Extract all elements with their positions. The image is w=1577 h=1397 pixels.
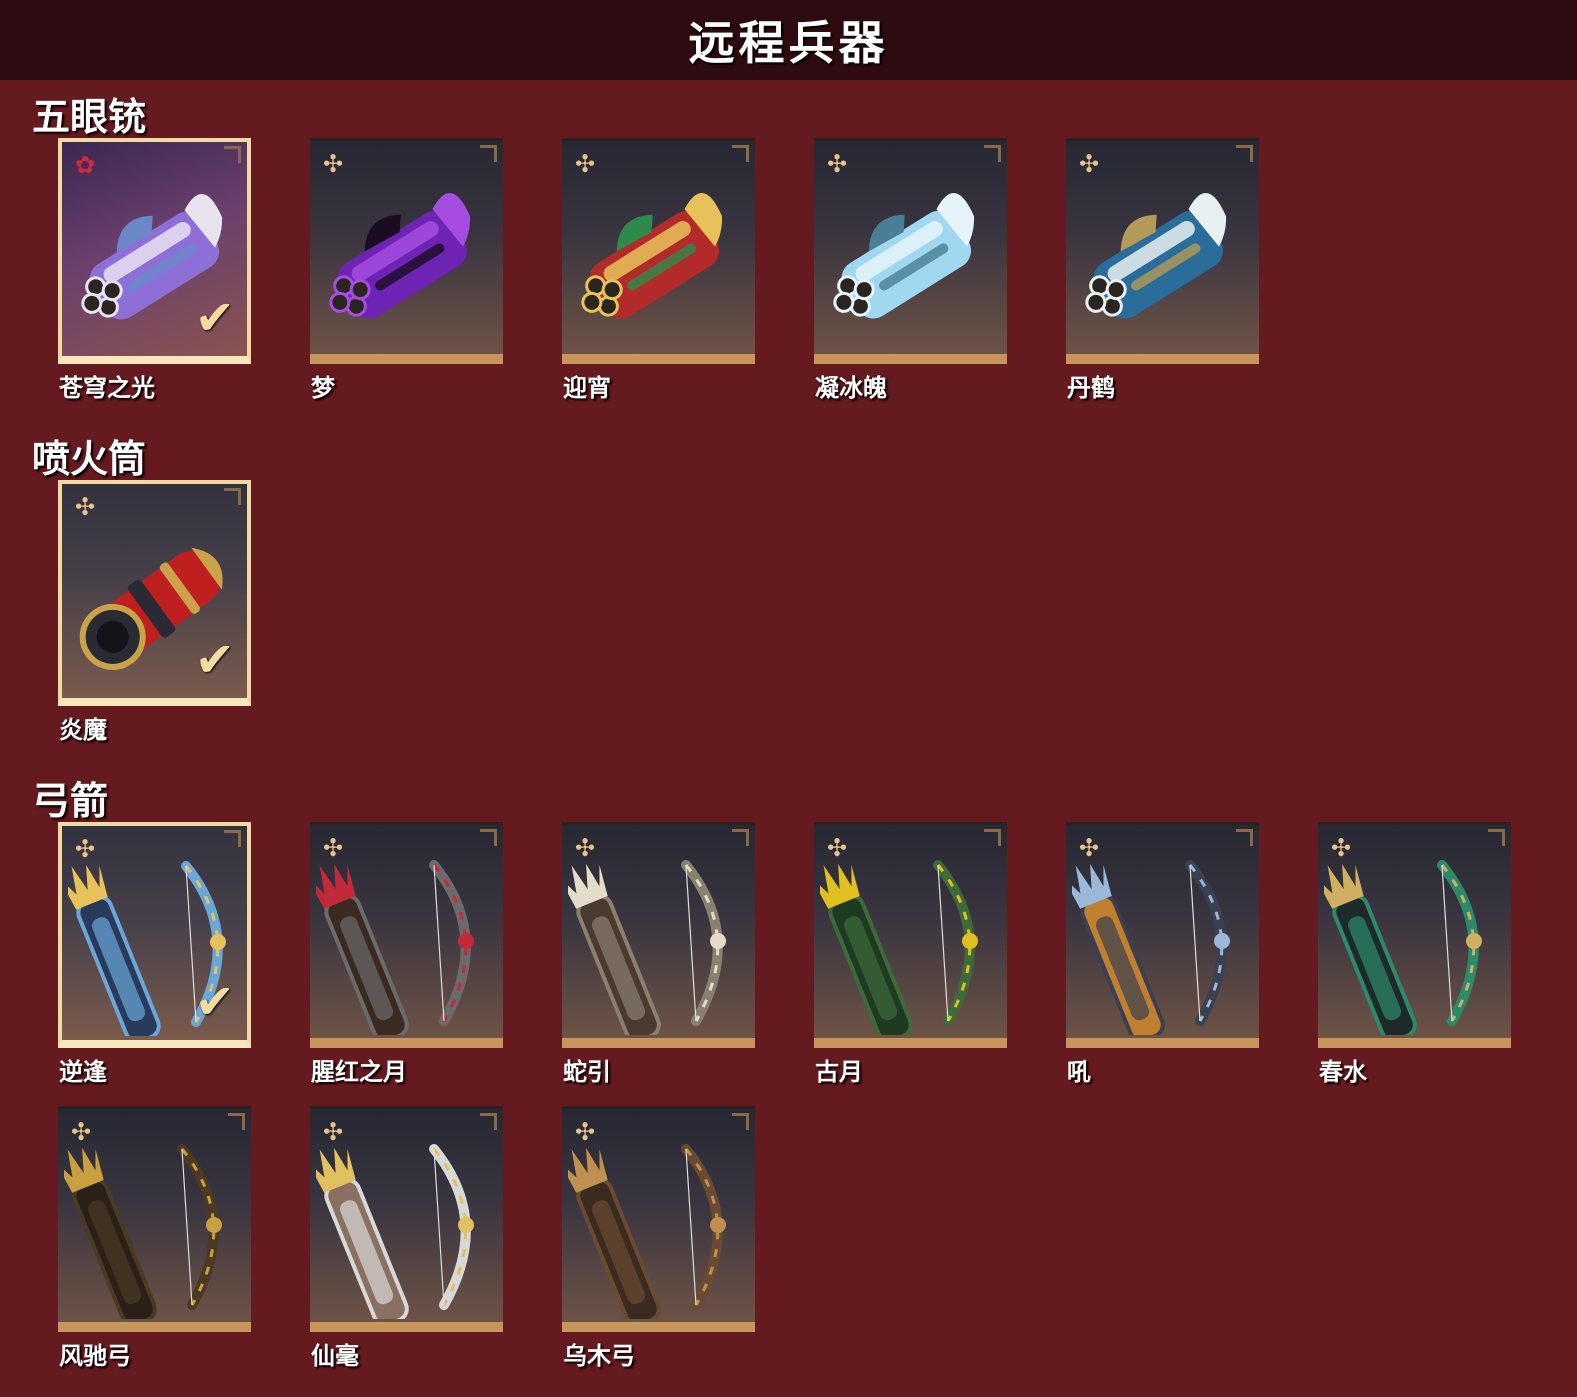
weapon-item[interactable]: ✣ 乌木弓 [558, 1106, 755, 1371]
bow-quiver-icon [54, 1129, 245, 1327]
weapon-name: 苍穹之光 [59, 374, 155, 402]
weapon-item[interactable]: ✿ ✔ 苍穹之光 [58, 138, 251, 403]
weapon-item[interactable]: ✣ 吼 [1062, 822, 1259, 1087]
corner-ornament-icon [1488, 829, 1505, 846]
weapon-name: 风驰弓 [59, 1342, 131, 1370]
gold-flower-icon: ✣ [826, 150, 848, 178]
gold-flower-icon: ✣ [74, 835, 96, 863]
weapon-card[interactable]: ✿ ✔ [58, 138, 251, 364]
weapon-card[interactable]: ✣ [814, 138, 1007, 364]
corner-ornament-icon [984, 829, 1001, 846]
gold-flower-icon: ✣ [74, 493, 96, 521]
gold-flower-icon: ✣ [322, 834, 344, 862]
weapon-name: 腥红之月 [311, 1058, 407, 1086]
weapon-item[interactable]: ✣ 蛇引 [558, 822, 755, 1087]
weapon-name: 吼 [1067, 1058, 1091, 1086]
weapon-name: 乌木弓 [563, 1342, 635, 1370]
weapon-name: 迎宵 [563, 374, 611, 402]
weapon-item[interactable]: ✣ 仙毫 [306, 1106, 503, 1371]
bow-quiver-icon [558, 1129, 749, 1327]
bow-quiver-icon [306, 1129, 497, 1327]
weapon-card[interactable]: ✣ ✔ [58, 480, 251, 706]
weapon-card[interactable]: ✣ [306, 822, 503, 1048]
corner-ornament-icon [228, 1113, 245, 1130]
bow-quiver-icon [810, 845, 1001, 1043]
corner-ornament-icon [1236, 145, 1253, 162]
corner-ornament-icon [480, 145, 497, 162]
weapon-item[interactable]: ✣ 丹鹤 [1066, 138, 1259, 403]
weapon-name: 炎魔 [59, 716, 107, 744]
corner-ornament-icon [224, 146, 241, 163]
weapon-item[interactable]: ✣ 腥红之月 [306, 822, 503, 1087]
bow-quiver-icon [558, 845, 749, 1043]
corner-ornament-icon [1236, 829, 1253, 846]
weapon-card[interactable]: ✣ [562, 138, 755, 364]
weapon-item[interactable]: ✣ 春水 [1314, 822, 1511, 1087]
gold-flower-icon: ✣ [574, 1118, 596, 1146]
equipped-check-icon: ✔ [194, 974, 235, 1030]
weapon-name: 仙毫 [311, 1342, 359, 1370]
weapon-name: 凝冰魄 [815, 374, 887, 402]
weapon-name: 丹鹤 [1067, 374, 1115, 402]
weapon-card[interactable]: ✣ [306, 1106, 503, 1332]
bow-quiver-icon [1062, 845, 1253, 1043]
weapon-card[interactable]: ✣ [1314, 822, 1511, 1048]
weapon-item[interactable]: ✣ 凝冰魄 [814, 138, 1007, 403]
red-flower-icon: ✿ [74, 151, 96, 179]
corner-ornament-icon [224, 488, 241, 505]
weapon-item[interactable]: ✣ ✔ 炎魔 [58, 480, 251, 745]
gold-flower-icon: ✣ [574, 150, 596, 178]
corner-ornament-icon [480, 1113, 497, 1130]
weapon-item[interactable]: ✣ 风驰弓 [54, 1106, 251, 1371]
five-eyed-gun-icon [316, 161, 497, 351]
weapon-card[interactable]: ✣ [1062, 822, 1259, 1048]
five-eyed-gun-icon [1072, 161, 1253, 351]
weapon-name: 古月 [815, 1058, 863, 1086]
corner-ornament-icon [224, 830, 241, 847]
five-eyed-gun-icon [568, 161, 749, 351]
weapon-name: 逆逢 [59, 1058, 107, 1086]
weapon-card[interactable]: ✣ [1066, 138, 1259, 364]
five-eyed-gun-icon [820, 161, 1001, 351]
weapon-item[interactable]: ✣ 梦 [310, 138, 503, 403]
bow-quiver-icon [306, 845, 497, 1043]
equipped-check-icon: ✔ [194, 290, 235, 346]
weapon-grid: ✿ ✔ 苍穹之光 ✣ 梦 ✣ 迎宵 ✣ 凝冰魄 ✣ 丹鹤 ✣ ✔ 炎魔 ✣ ✔ … [0, 0, 1577, 1397]
corner-ornament-icon [480, 829, 497, 846]
weapon-card[interactable]: ✣ [810, 822, 1007, 1048]
equipped-check-icon: ✔ [194, 632, 235, 688]
weapon-card[interactable]: ✣ [558, 822, 755, 1048]
gold-flower-icon: ✣ [70, 1118, 92, 1146]
gold-flower-icon: ✣ [1078, 834, 1100, 862]
bow-quiver-icon [1314, 845, 1505, 1043]
weapon-item[interactable]: ✣ ✔ 逆逢 [58, 822, 251, 1087]
gold-flower-icon: ✣ [322, 1118, 344, 1146]
weapon-item[interactable]: ✣ 迎宵 [562, 138, 755, 403]
gold-flower-icon: ✣ [1078, 150, 1100, 178]
gold-flower-icon: ✣ [574, 834, 596, 862]
weapon-name: 梦 [311, 374, 335, 402]
gold-flower-icon: ✣ [322, 150, 344, 178]
weapon-name: 春水 [1319, 1058, 1367, 1086]
gold-flower-icon: ✣ [1330, 834, 1352, 862]
weapon-card[interactable]: ✣ ✔ [58, 822, 251, 1048]
weapon-name: 蛇引 [563, 1058, 611, 1086]
gold-flower-icon: ✣ [826, 834, 848, 862]
weapon-card[interactable]: ✣ [54, 1106, 251, 1332]
corner-ornament-icon [984, 145, 1001, 162]
weapon-card[interactable]: ✣ [558, 1106, 755, 1332]
corner-ornament-icon [732, 829, 749, 846]
weapon-card[interactable]: ✣ [310, 138, 503, 364]
corner-ornament-icon [732, 1113, 749, 1130]
corner-ornament-icon [732, 145, 749, 162]
weapon-item[interactable]: ✣ 古月 [810, 822, 1007, 1087]
